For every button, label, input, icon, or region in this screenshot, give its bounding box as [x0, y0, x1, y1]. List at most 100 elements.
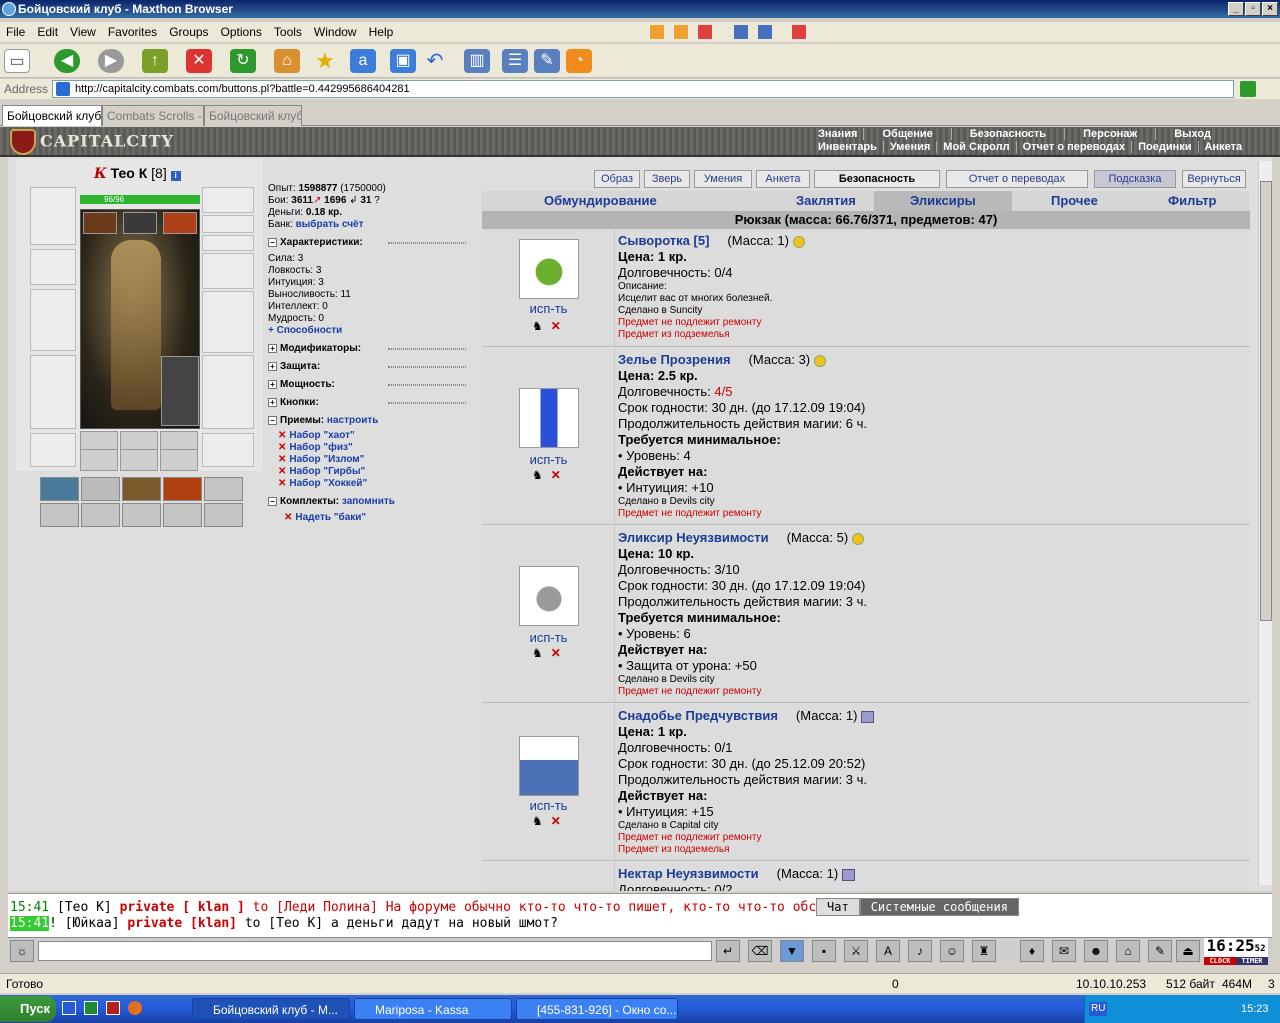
subnav-otchet[interactable]: Отчет о переводах: [1017, 141, 1133, 153]
belt-slot[interactable]: [30, 433, 76, 467]
belt-item-1[interactable]: [40, 477, 79, 501]
restore-tab-icon[interactable]: [758, 25, 772, 39]
close-tab-icon[interactable]: [698, 25, 712, 39]
btn-zver[interactable]: Зверь: [644, 170, 690, 188]
language-indicator[interactable]: RU: [1089, 1002, 1108, 1016]
belt-item-4[interactable]: [163, 477, 202, 501]
set-item[interactable]: ✕ Набор "Хоккей": [278, 478, 482, 490]
home-icon[interactable]: ⌂: [274, 49, 300, 73]
subnav-poedinki[interactable]: Поединки: [1132, 141, 1199, 153]
chat-sender[interactable]: [Тео К]: [57, 900, 112, 915]
tab-combats-1[interactable]: Бойцовский клуб: [2, 105, 102, 126]
refresh-icon[interactable]: ↻: [230, 49, 256, 73]
clear-icon[interactable]: ⌫: [748, 940, 772, 962]
menu-file[interactable]: File: [0, 22, 31, 42]
section-komplekty[interactable]: − Комплекты: запомнить: [268, 496, 482, 508]
task-combats[interactable]: Бойцовский клуб - M...: [192, 998, 350, 1020]
edit-icon[interactable]: ✎: [534, 49, 560, 73]
go-icon[interactable]: [1240, 81, 1256, 97]
prev-tab-icon[interactable]: [650, 25, 664, 39]
bank-link[interactable]: выбрать счёт: [296, 219, 364, 230]
amulet-slot[interactable]: [202, 215, 254, 233]
section-defense[interactable]: + Защита:: [268, 361, 482, 373]
set-item[interactable]: ✕ Набор "Излом": [278, 454, 482, 466]
bracers-slot[interactable]: [30, 249, 76, 285]
belt-item-6[interactable]: [40, 503, 79, 527]
belt-item-10[interactable]: [204, 503, 243, 527]
menu-favorites[interactable]: Favorites: [102, 22, 163, 42]
fight-icon[interactable]: ⚔: [844, 940, 868, 962]
use-link[interactable]: исп-ть: [482, 301, 615, 316]
nav-vykhod[interactable]: Выход: [1156, 128, 1229, 140]
task-mariposa[interactable]: Mariposa - Kassa: [354, 998, 512, 1020]
btn-umeniya[interactable]: Умения: [694, 170, 752, 188]
abilities-link[interactable]: + Способности: [268, 325, 482, 337]
helmet-slot[interactable]: [30, 187, 76, 245]
exit-icon[interactable]: ⏏: [1176, 940, 1200, 962]
gloves-slot[interactable]: [202, 253, 254, 289]
tab-obmundirovanie[interactable]: Обмундирование: [544, 193, 657, 208]
btn-bezopasnost[interactable]: Безопасность: [814, 170, 940, 188]
nav-znaniya[interactable]: Знания: [812, 128, 865, 140]
favorites-star-icon[interactable]: ★: [312, 49, 338, 73]
mail-icon[interactable]: ✎: [1148, 940, 1172, 962]
address-input[interactable]: http://capitalcity.combats.com/buttons.p…: [52, 80, 1234, 98]
subnav-umeniya[interactable]: Умения: [884, 141, 938, 153]
btn-obraz[interactable]: Образ: [594, 170, 640, 188]
scroll-icon[interactable]: ✉: [1052, 940, 1076, 962]
section-modifiers[interactable]: + Модификаторы:: [268, 343, 482, 355]
pocket-slot-4[interactable]: [80, 449, 118, 471]
filter-icon[interactable]: ▼: [780, 940, 804, 962]
stop-icon[interactable]: ✕: [186, 49, 212, 73]
belt-item-3[interactable]: [122, 477, 161, 501]
wear-icon[interactable]: ♞: [532, 814, 543, 828]
translate-icon[interactable]: a: [350, 49, 376, 73]
pet-owl-image[interactable]: [161, 356, 199, 426]
weapon-slot[interactable]: [30, 289, 76, 351]
list-icon[interactable]: ☰: [502, 49, 528, 73]
section-priemy[interactable]: − Приемы: настроить: [268, 415, 482, 427]
maximize-button[interactable]: ▫: [1245, 2, 1261, 16]
clan-icon[interactable]: ♜: [972, 940, 996, 962]
tab-chat[interactable]: Чат: [816, 898, 860, 916]
rings-slot[interactable]: [202, 235, 254, 251]
wear-icon[interactable]: ♞: [532, 468, 543, 482]
earring-slot[interactable]: [202, 187, 254, 213]
tab-zaklyatiya[interactable]: Заклятия: [796, 193, 856, 208]
set-item[interactable]: ✕ Набор "хаот": [278, 430, 482, 442]
delete-icon[interactable]: ✕: [551, 814, 561, 828]
belt-item-8[interactable]: [122, 503, 161, 527]
undo-icon[interactable]: ↶: [422, 49, 448, 73]
new-page-icon[interactable]: ▭: [4, 49, 30, 73]
effect-icon-2[interactable]: [123, 212, 157, 234]
chat-input[interactable]: [38, 941, 712, 961]
save-icon[interactable]: ▪: [812, 940, 836, 962]
effect-icon-1[interactable]: [83, 212, 117, 234]
excel-icon[interactable]: [84, 1001, 98, 1015]
menu-tools[interactable]: Tools: [268, 22, 308, 42]
boots-slot[interactable]: [202, 433, 254, 467]
smiley-icon[interactable]: ☺: [940, 940, 964, 962]
btn-otchet[interactable]: Отчет о переводах: [946, 170, 1088, 188]
forward-icon[interactable]: ▶: [98, 49, 124, 73]
wear-icon[interactable]: ♞: [532, 319, 543, 333]
menu-options[interactable]: Options: [215, 22, 268, 42]
menu-edit[interactable]: Edit: [31, 22, 64, 42]
info-icon[interactable]: i: [170, 171, 181, 181]
belt-item-2[interactable]: [81, 477, 120, 501]
chat-sender[interactable]: ! [Юйкаа]: [49, 916, 119, 931]
tab-eliksiry[interactable]: Эликсиры: [874, 191, 1012, 211]
start-button[interactable]: Пуск: [0, 996, 56, 1022]
belt-item-7[interactable]: [81, 503, 120, 527]
delete-icon[interactable]: ✕: [551, 319, 561, 333]
nav-personazh[interactable]: Персонаж: [1065, 128, 1157, 140]
nav-bezopasnost[interactable]: Безопасность: [952, 128, 1066, 140]
btn-podskazka[interactable]: Подсказка: [1094, 170, 1176, 188]
tab-combats-scrolls[interactable]: Combats Scrolls - sc: [102, 105, 204, 126]
item-name[interactable]: Зелье Прозрения: [618, 352, 731, 367]
up-icon[interactable]: ↑: [142, 49, 168, 73]
minimize-tab-icon[interactable]: [734, 25, 748, 39]
configure-link[interactable]: настроить: [327, 415, 378, 426]
leggings-slot[interactable]: [202, 355, 254, 429]
subnav-moy-skroll[interactable]: Мой Скролл: [937, 141, 1017, 153]
